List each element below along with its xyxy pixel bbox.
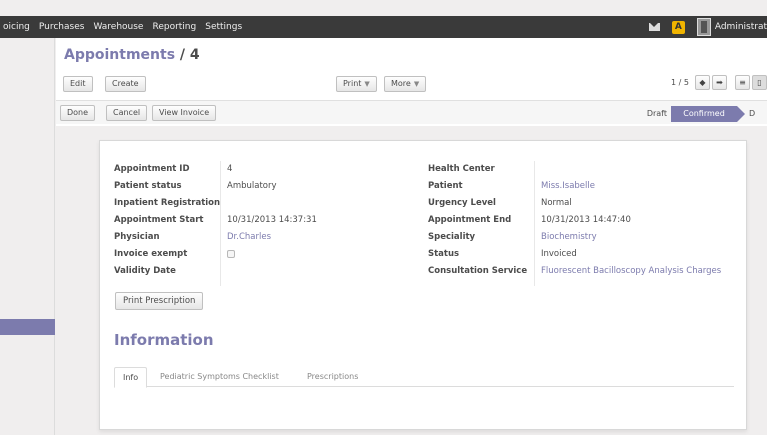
top-menu-bar: oicing Purchases Warehouse Reporting Set…: [0, 16, 767, 38]
label-invoice-exempt: Invoice exempt: [114, 249, 188, 259]
more-label: More: [391, 79, 411, 88]
tab-info[interactable]: Info: [114, 367, 148, 388]
form-tabs: Info Pediatric Symptoms Checklist Prescr…: [114, 367, 734, 388]
left-column-divider: [220, 161, 221, 286]
stage-draft[interactable]: Draft: [647, 106, 667, 122]
label-appointment-end: Appointment End: [428, 215, 512, 225]
value-status: Invoiced: [541, 249, 577, 259]
value-appointment-end: 10/31/2013 14:47:40: [541, 215, 631, 225]
topbar-right: A Administrat: [648, 16, 767, 38]
link-consultation-service[interactable]: Fluorescent Bacilloscopy Analysis Charge…: [541, 263, 721, 280]
label-urgency-level: Urgency Level: [428, 198, 496, 208]
pager: 1 / 5 ◆ ➡: [671, 75, 727, 90]
label-appointment-start: Appointment Start: [114, 215, 204, 225]
tab-pediatric-symptoms-checklist[interactable]: Pediatric Symptoms Checklist: [152, 367, 287, 388]
stage-next[interactable]: D: [749, 106, 767, 122]
invoice-exempt-checkbox[interactable]: [227, 249, 235, 258]
form-sheet: Appointment ID Patient status Inpatient …: [99, 140, 747, 430]
chevron-down-icon: ▼: [364, 80, 370, 88]
link-speciality[interactable]: Biochemistry: [541, 229, 597, 246]
prev-record-button[interactable]: ◆: [695, 75, 710, 90]
label-patient: Patient: [428, 181, 463, 191]
edit-button[interactable]: Edit: [63, 76, 93, 92]
create-button[interactable]: Create: [105, 76, 146, 92]
print-label: Print: [343, 79, 362, 88]
breadcrumb-record: 4: [189, 47, 200, 63]
view-invoice-button[interactable]: View Invoice: [152, 105, 217, 121]
breadcrumb-separator: /: [175, 47, 190, 63]
label-patient-status: Patient status: [114, 181, 182, 191]
alert-icon[interactable]: A: [671, 20, 685, 34]
label-speciality: Speciality: [428, 232, 476, 242]
user-menu[interactable]: Administrat: [715, 22, 767, 32]
chevron-down-icon: ▼: [413, 80, 420, 88]
form-view-button[interactable]: ▯: [752, 75, 767, 90]
print-dropdown[interactable]: Print ▼: [336, 76, 377, 92]
menu-item-settings[interactable]: Settings: [205, 22, 242, 32]
arrow-right-icon: ➡: [716, 78, 723, 87]
label-status: Status: [428, 249, 460, 259]
label-appointment-id: Appointment ID: [114, 164, 190, 174]
label-physician: Physician: [114, 232, 160, 242]
value-appointment-id: 4: [227, 164, 233, 174]
status-bar: Done Cancel View Invoice Draft Confirmed…: [56, 100, 767, 124]
print-prescription-button[interactable]: Print Prescription: [115, 292, 204, 310]
list-view-button[interactable]: ≡: [735, 75, 750, 90]
avatar[interactable]: [696, 18, 711, 36]
value-appointment-start: 10/31/2013 14:37:31: [227, 215, 317, 225]
menu-item-invoicing[interactable]: oicing: [3, 22, 30, 32]
main-menu: oicing Purchases Warehouse Reporting Set…: [0, 16, 242, 38]
mail-icon[interactable]: [648, 23, 660, 31]
section-title-information: Information: [114, 331, 214, 349]
link-physician[interactable]: Dr.Charles: [227, 229, 271, 246]
next-record-button[interactable]: ➡: [712, 75, 727, 90]
cancel-button[interactable]: Cancel: [106, 105, 148, 121]
left-sidebar: [0, 38, 55, 435]
tab-prescriptions[interactable]: Prescriptions: [299, 367, 366, 388]
done-button[interactable]: Done: [60, 105, 96, 121]
label-health-center: Health Center: [428, 164, 495, 174]
page-title: Appointments / 4: [64, 47, 200, 63]
menu-item-warehouse[interactable]: Warehouse: [93, 22, 143, 32]
value-urgency-level: Normal: [541, 198, 572, 208]
breadcrumb-appointments[interactable]: Appointments: [64, 47, 175, 63]
view-switcher: ≡ ▯: [733, 75, 767, 90]
pager-value[interactable]: 1 / 5: [671, 78, 689, 87]
right-column-divider: [534, 161, 535, 286]
menu-item-purchases[interactable]: Purchases: [39, 22, 85, 32]
invoice-exempt-field: [227, 246, 235, 263]
label-validity-date: Validity Date: [114, 266, 176, 276]
list-icon: ≡: [739, 78, 746, 87]
label-inpatient-registration: Inpatient Registration: [114, 198, 221, 208]
form-icon: ▯: [757, 78, 762, 87]
sidebar-selected-item[interactable]: [0, 319, 55, 335]
label-consultation-service: Consultation Service: [428, 266, 528, 276]
menu-item-reporting[interactable]: Reporting: [152, 22, 196, 32]
arrow-left-icon: ◆: [699, 78, 706, 87]
stage-confirmed[interactable]: Confirmed: [671, 106, 745, 122]
link-patient[interactable]: Miss.Isabelle: [541, 178, 595, 195]
value-patient-status: Ambulatory: [227, 181, 277, 191]
more-dropdown[interactable]: More ▼: [384, 76, 427, 92]
